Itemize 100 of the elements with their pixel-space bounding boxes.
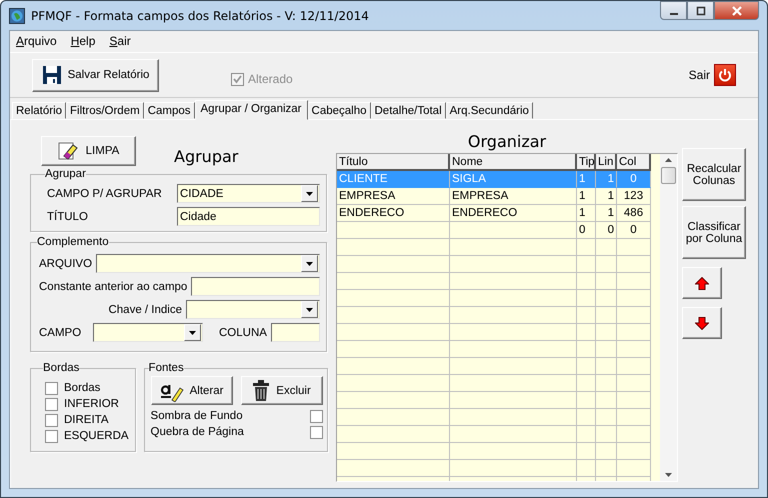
table-cell-text: EMPRESA	[338, 189, 396, 204]
down-arrow-icon	[695, 316, 709, 330]
tab[interactable]: Relatório	[12, 102, 66, 119]
table-cell-text: 1	[578, 206, 586, 221]
table-cell-text: 1	[606, 189, 615, 204]
field-label: TÍTULO	[47, 210, 89, 222]
group-legend: Agrupar	[45, 168, 86, 180]
table-cell: 1	[577, 171, 596, 188]
move-down-button[interactable]	[682, 307, 722, 339]
table-cell-text: 0	[578, 223, 586, 238]
scroll-up-icon[interactable]	[665, 158, 672, 162]
group-field-dropdown[interactable]: CIDADE	[177, 184, 320, 203]
table-cell-text: 486	[622, 206, 644, 221]
tab[interactable]: Filtros/Ordem	[66, 102, 144, 119]
checkbox-label: INFERIOR	[64, 398, 119, 410]
up-arrow-icon	[695, 276, 709, 290]
table-cell: SIGLA	[450, 171, 577, 188]
close-icon	[730, 6, 742, 16]
column-header[interactable]: Título	[337, 154, 450, 171]
table-cell-text: 1	[578, 189, 586, 204]
table-cell-text: 0	[629, 223, 638, 238]
group-legend: Fontes	[148, 362, 184, 374]
checkbox[interactable]	[45, 398, 58, 410]
table-cell-text: ENDERECO	[451, 206, 518, 221]
tab[interactable]: Detalhe/Total	[370, 102, 446, 119]
exit-label: Sair	[688, 68, 710, 82]
globe-icon	[9, 8, 25, 24]
power-icon	[718, 68, 732, 82]
checkbox-label: Bordas	[64, 382, 100, 394]
checkbox[interactable]	[45, 382, 58, 394]
altered-label: Alterado	[248, 72, 293, 86]
power-button[interactable]	[714, 64, 736, 86]
table-row[interactable]: EMPRESA EMPRESA 1 1 123	[337, 188, 651, 205]
file-dropdown[interactable]	[96, 254, 320, 273]
key-dropdown[interactable]	[186, 300, 320, 319]
maximize-icon	[696, 6, 706, 16]
minimize-button[interactable]	[660, 1, 687, 20]
column-header[interactable]: Col	[617, 154, 651, 171]
menu-item[interactable]: Help	[70, 34, 96, 49]
table-row[interactable]: 0 0 0	[337, 222, 651, 239]
field-label: COLUNA	[219, 326, 267, 338]
minimize-icon	[670, 12, 678, 14]
maximize-button[interactable]	[687, 1, 714, 20]
group-legend: Bordas	[43, 362, 80, 374]
scroll-down-icon[interactable]	[665, 473, 672, 477]
menu-item[interactable]: Arquivo	[16, 34, 57, 49]
table-row[interactable]: ENDERECO ENDERECO 1 1 486	[337, 205, 651, 222]
move-up-button[interactable]	[682, 267, 722, 299]
table-cell-text: EMPRESA	[451, 189, 510, 204]
checkbox[interactable]	[45, 414, 58, 426]
tab[interactable]: Agrupar / Organizar	[194, 100, 308, 120]
dropdown-arrow-icon	[189, 330, 196, 334]
checkbox[interactable]	[45, 430, 58, 442]
delete-button[interactable]: Excluir	[240, 376, 323, 405]
tab[interactable]: Campos	[144, 102, 195, 119]
close-button[interactable]	[714, 1, 759, 20]
trash-icon	[252, 380, 270, 402]
table-cell: 1	[596, 171, 617, 188]
eraser-icon	[58, 141, 80, 161]
table-cell: CLIENTE	[337, 171, 450, 188]
checkbox-label: ESQUERDA	[64, 430, 129, 442]
checkbox[interactable]	[310, 426, 323, 438]
window-title: PFMQF - Formata campos dos Relatórios - V: 12/11/2014	[31, 8, 370, 22]
column-header[interactable]: Lin	[596, 154, 617, 171]
field-label: Constante anterior ao campo	[39, 280, 188, 292]
tab[interactable]: Cabeçalho	[308, 102, 370, 119]
field-label: CAMPO P/ AGRUPAR	[47, 188, 163, 200]
floppy-icon	[42, 65, 62, 85]
column-header[interactable]: Nome	[450, 154, 577, 171]
table-cell-text: 1	[606, 206, 615, 221]
table-cell-text: 0	[606, 223, 615, 238]
column-field[interactable]	[270, 323, 320, 342]
scroll-thumb[interactable]	[661, 167, 676, 184]
table-cell-text: ENDERECO	[338, 206, 406, 221]
group-legend: Complemento	[37, 236, 109, 248]
dropdown-arrow-icon	[306, 192, 313, 196]
side-button[interactable]: Classificar por Coluna	[682, 206, 746, 259]
constant-field[interactable]	[191, 277, 320, 296]
section-heading: Organizar	[466, 131, 548, 153]
vertical-scrollbar[interactable]	[660, 154, 677, 481]
menu-item[interactable]: Sair	[109, 34, 131, 49]
field-label: ARQUIVO	[39, 258, 92, 270]
dropdown-arrow-icon	[306, 262, 313, 266]
field-dropdown[interactable]	[93, 323, 203, 342]
save-button[interactable]: Salvar Relatório	[32, 58, 159, 92]
column-header[interactable]: Tip	[577, 154, 596, 171]
table-cell-text: 123	[622, 189, 644, 204]
field-label: Chave / Indice	[108, 304, 182, 316]
field-label: CAMPO	[39, 326, 82, 338]
title-field[interactable]: Cidade	[177, 207, 320, 226]
table-cell: 0	[617, 171, 651, 188]
checkbox[interactable]	[310, 410, 323, 422]
section-heading: Agrupar	[174, 147, 238, 166]
alter-font-button[interactable]: Alterar	[150, 376, 233, 405]
tab[interactable]: Arq.Secundário	[446, 102, 533, 119]
dropdown-arrow-icon	[306, 308, 313, 312]
option-label: Quebra de Página	[150, 426, 244, 438]
option-label: Sombra de Fundo	[150, 410, 243, 422]
side-button[interactable]: Recalcular Colunas	[682, 148, 746, 201]
clear-button[interactable]: LIMPA	[41, 136, 136, 166]
